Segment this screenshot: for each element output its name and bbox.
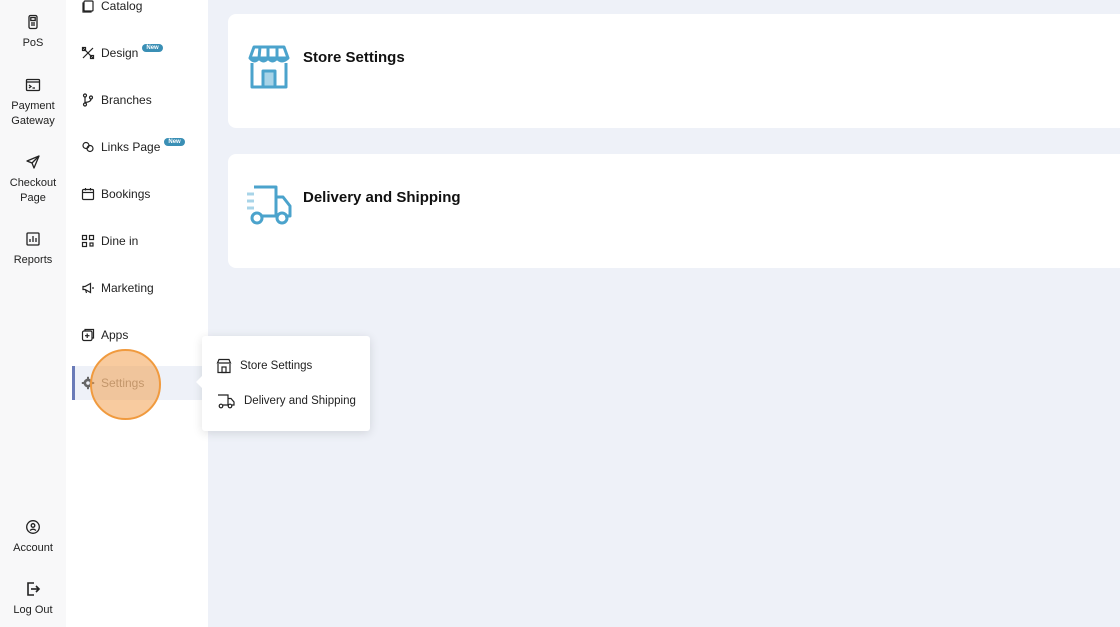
pos-device-icon: [28, 14, 38, 30]
rail-label: Account: [13, 542, 53, 554]
nav-label: Bookings: [101, 187, 151, 201]
nav-label: Links Page: [101, 140, 161, 154]
card-title: Store Settings: [303, 49, 405, 66]
store-settings-card[interactable]: Store Settings: [228, 14, 1120, 128]
delivery-truck-icon: [247, 185, 292, 225]
popover-item-delivery-shipping[interactable]: Delivery and Shipping: [216, 389, 356, 413]
popover-arrow: [196, 376, 202, 388]
rail-item-checkout-page[interactable]: Checkout Page: [0, 154, 66, 206]
nav-label: Dine in: [101, 234, 139, 248]
popover-item-store-settings[interactable]: Store Settings: [216, 354, 312, 378]
rail-item-account[interactable]: Account: [0, 519, 66, 556]
logout-icon: [27, 582, 41, 596]
send-icon: [26, 155, 40, 169]
rail-label: PoS: [22, 37, 44, 49]
nav-label: Catalog: [101, 0, 143, 13]
nav-label: Marketing: [101, 281, 154, 295]
calendar-icon: [81, 188, 95, 201]
storefront-icon: [216, 358, 232, 374]
nav-item-bookings[interactable]: Bookings: [72, 177, 208, 211]
nav-item-settings[interactable]: Settings: [72, 366, 208, 400]
nav-label: Branches: [101, 93, 152, 107]
megaphone-icon: [82, 282, 94, 294]
delivery-truck-icon: [218, 394, 235, 409]
nav-item-dine-in[interactable]: Dine in: [72, 224, 208, 258]
branches-icon: [82, 93, 94, 107]
nav-label: Design: [101, 46, 139, 60]
link-icon: [82, 141, 94, 153]
rail-item-pos[interactable]: PoS: [0, 14, 66, 51]
rail-item-logout[interactable]: Log Out: [0, 581, 66, 618]
bar-chart-icon: [26, 232, 40, 246]
rail-label: Reports: [13, 254, 53, 266]
nav-item-marketing[interactable]: Marketing: [72, 271, 208, 305]
primary-rail: PoS Payment Gateway Checkout Page Report…: [0, 0, 66, 627]
terminal-icon: [25, 78, 41, 92]
popover-label: Store Settings: [240, 360, 313, 372]
rail-label: Log Out: [13, 604, 53, 616]
nav-label: Apps: [101, 328, 129, 342]
settings-popover-menu: Store Settings Delivery and Shipping: [196, 336, 370, 431]
gear-icon: [81, 376, 95, 390]
nav-label: Settings: [101, 376, 145, 390]
new-badge: New: [164, 138, 185, 146]
nav-item-design[interactable]: Design New: [72, 36, 208, 70]
apps-icon: [81, 328, 95, 342]
account-icon: [26, 520, 40, 534]
delivery-shipping-card[interactable]: Delivery and Shipping: [228, 154, 1120, 268]
card-title: Delivery and Shipping: [303, 189, 461, 206]
rail-item-reports[interactable]: Reports: [0, 231, 66, 268]
new-badge: New: [142, 44, 163, 52]
nav-item-branches[interactable]: Branches: [72, 83, 208, 117]
rail-label: Checkout Page: [9, 177, 57, 204]
rail-item-payment-gateway[interactable]: Payment Gateway: [0, 77, 66, 129]
secondary-nav: Catalog Design New Branches Links Page N…: [66, 0, 208, 627]
catalog-icon: [82, 0, 94, 13]
nav-item-links-page[interactable]: Links Page New: [72, 130, 208, 164]
popover-label: Delivery and Shipping: [244, 395, 356, 407]
design-tools-icon: [81, 46, 95, 60]
qr-code-icon: [81, 234, 95, 248]
storefront-icon: [248, 45, 290, 89]
rail-label: Payment Gateway: [11, 100, 55, 127]
nav-item-apps[interactable]: Apps: [72, 318, 208, 352]
nav-item-catalog[interactable]: Catalog: [72, 0, 208, 23]
